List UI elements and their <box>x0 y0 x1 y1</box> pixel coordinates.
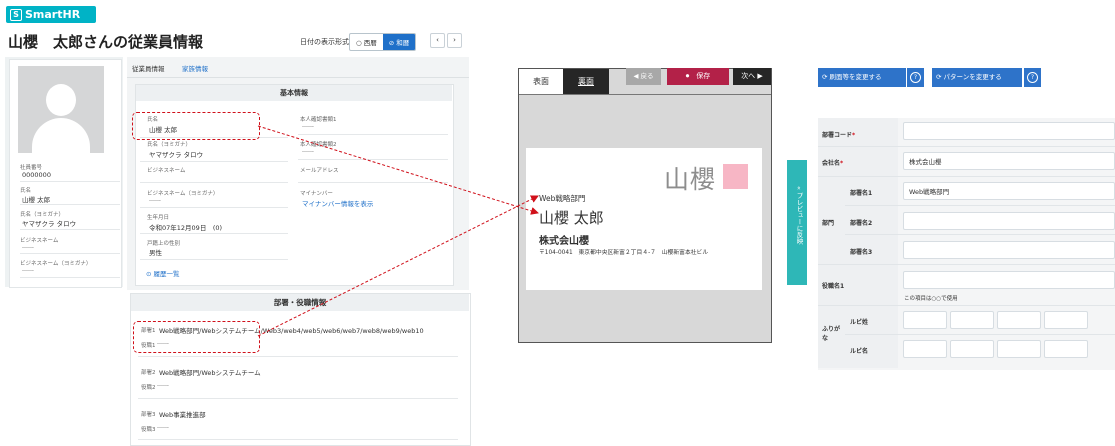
name-mapping-arrow <box>257 125 539 215</box>
mapping-arrows <box>257 125 539 337</box>
dept-mapping-arrow <box>257 195 539 337</box>
